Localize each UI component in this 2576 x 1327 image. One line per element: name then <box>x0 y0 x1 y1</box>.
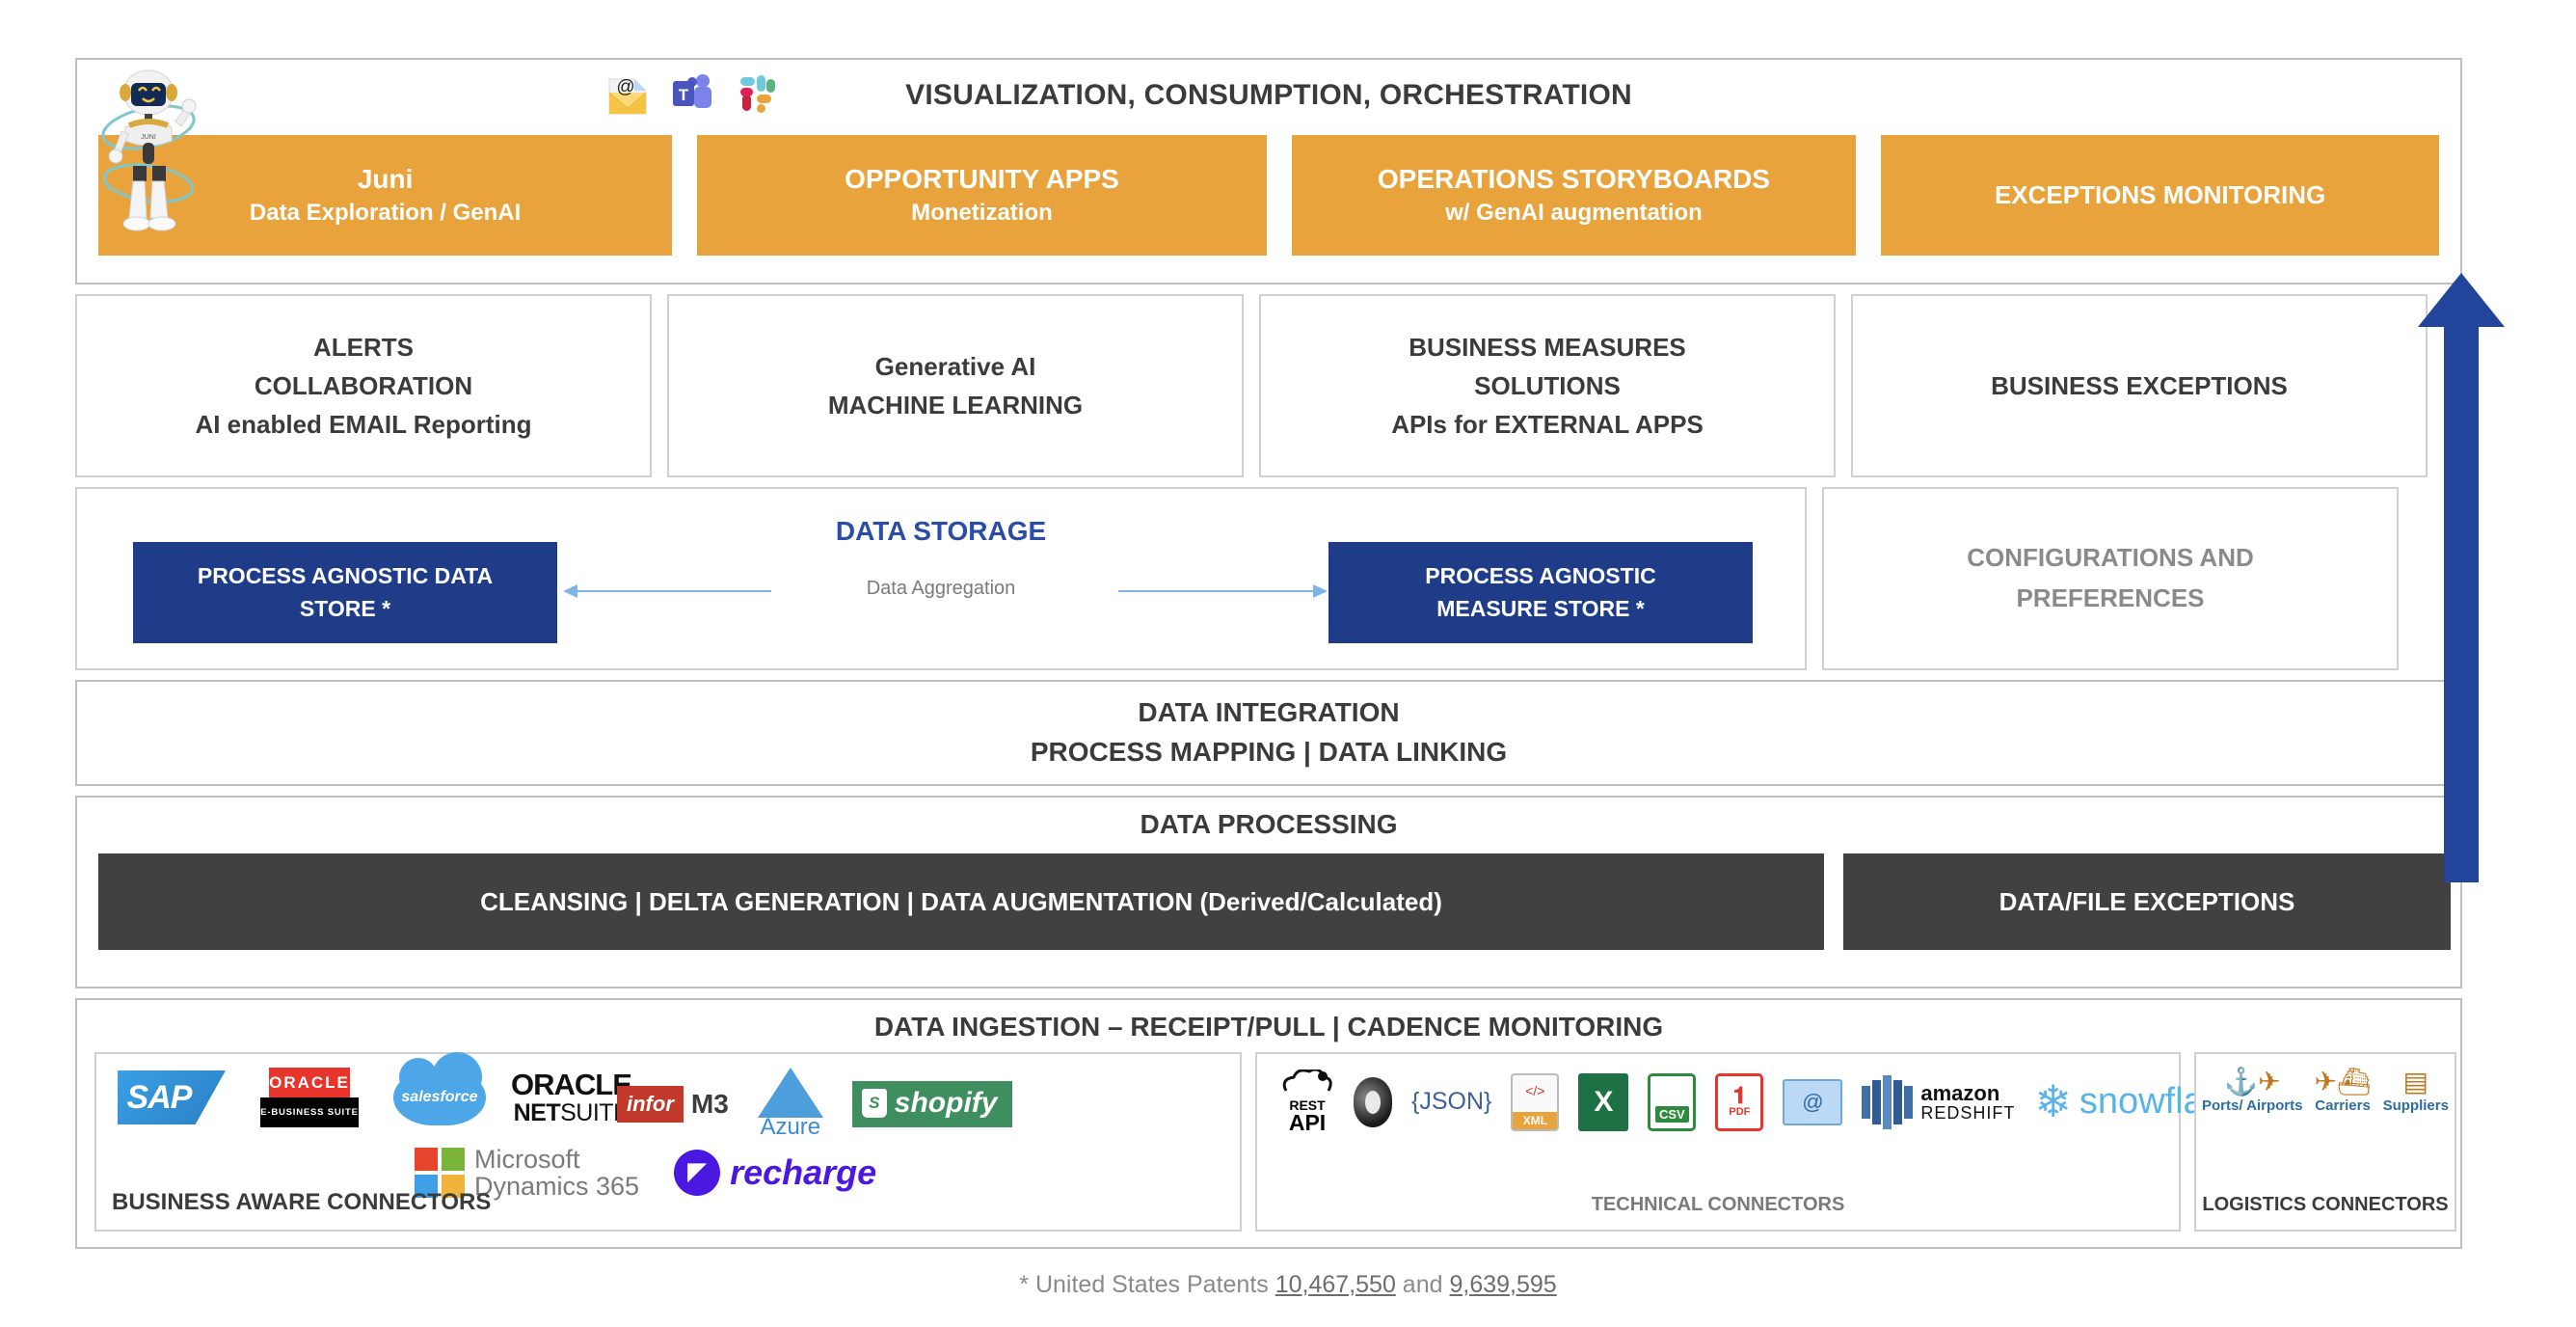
data-processing-band: DATA PROCESSING CLEANSING | DELTA GENERA… <box>75 796 2462 988</box>
svg-text:JUNI: JUNI <box>141 134 156 141</box>
data-integration-band: DATA INTEGRATION PROCESS MAPPING | DATA … <box>75 680 2462 786</box>
carriers-icon: ✈⛴ Carriers <box>2314 1067 2372 1114</box>
data-integration-subtitle: PROCESS MAPPING | DATA LINKING <box>1030 737 1508 767</box>
xml-file-icon: </> XML <box>1511 1072 1560 1131</box>
email-file-icon: @ <box>1783 1078 1843 1125</box>
store-line: PROCESS AGNOSTIC <box>1425 563 1656 589</box>
capability-line: SOLUTIONS <box>1474 370 1621 400</box>
capability-card-business-measures[interactable]: BUSINESS MEASURES SOLUTIONS APIs for EXT… <box>1259 294 1836 477</box>
logistics-connectors-card: ⚓✈ Ports/ Airports ✈⛴ Carriers ▤ Supplie… <box>2194 1052 2456 1232</box>
data-aggregation-label: Data Aggregation <box>866 578 1016 599</box>
redshift-mark-icon <box>1862 1074 1914 1129</box>
ports-airports-icon: ⚓✈ Ports/ Airports <box>2202 1067 2303 1114</box>
recharge-mark-icon <box>674 1150 721 1197</box>
recharge-logo: recharge <box>674 1150 876 1197</box>
data-integration-title: DATA INTEGRATION <box>1138 697 1400 728</box>
app-subtitle: Monetization <box>911 200 1053 227</box>
aggregation-arrow-left <box>577 590 771 592</box>
store-line: PROCESS AGNOSTIC DATA <box>197 563 494 589</box>
aggregation-arrowhead-left <box>563 584 577 598</box>
data-storage-panel: DATA STORAGE PROCESS AGNOSTIC DATA STORE… <box>75 487 1807 670</box>
app-title: EXCEPTIONS MONITORING <box>1994 179 2326 209</box>
app-subtitle: w/ GenAI augmentation <box>1445 200 1703 227</box>
microsoft-azure-logo: Azure <box>757 1068 823 1141</box>
shopify-logo: S shopify <box>851 1081 1013 1127</box>
excel-file-icon: X <box>1578 1072 1629 1131</box>
store-line: STORE * <box>299 595 391 621</box>
visualization-title: VISUALIZATION, CONSUMPTION, ORCHESTRATIO… <box>905 79 1632 111</box>
process-agnostic-measure-store[interactable]: PROCESS AGNOSTIC MEASURE STORE * <box>1328 542 1753 643</box>
app-box-exceptions-monitoring[interactable]: EXCEPTIONS MONITORING <box>1881 135 2440 256</box>
snowflake-mark-icon: ❄ <box>2034 1076 2072 1127</box>
oracle-ebusiness-suite-logo: ORACLE E-BUSINESS SUITE <box>251 1068 368 1127</box>
shopify-bag-icon: S <box>861 1089 887 1118</box>
configurations-preferences-panel[interactable]: CONFIGURATIONS AND PREFERENCES <box>1822 487 2399 670</box>
oracle-netsuite-logo: ORACLE NETSUITE <box>511 1067 632 1127</box>
aggregation-arrow-right <box>1118 590 1313 592</box>
azure-triangle-icon <box>757 1068 823 1118</box>
capability-card-alerts[interactable]: ALERTS COLLABORATION AI enabled EMAIL Re… <box>75 294 652 477</box>
patent-number-2: 9,639,595 <box>1449 1271 1557 1298</box>
channel-icons: @ T <box>605 69 781 118</box>
logistics-connectors-label: LOGISTICS CONNECTORS <box>2202 1194 2449 1215</box>
capability-line: MACHINE LEARNING <box>827 391 1084 420</box>
exceptions-flow-arrow <box>2418 273 2505 882</box>
infor-m3-logo: infor M3 <box>617 1086 729 1123</box>
microsoft-teams-icon: T <box>673 74 711 108</box>
capability-line: APIs for EXTERNAL APPS <box>1391 410 1704 440</box>
amazon-redshift-logo: amazon REDSHIFT <box>1862 1074 2015 1129</box>
capability-line: Generative AI <box>874 351 1036 381</box>
slack-icon <box>740 75 775 113</box>
capabilities-row: ALERTS COLLABORATION AI enabled EMAIL Re… <box>75 294 2462 477</box>
patent-footer: * United States Patents 10,467,550 and 9… <box>0 1271 2576 1299</box>
architecture-diagram: VISUALIZATION, CONSUMPTION, ORCHESTRATIO… <box>75 58 2462 1259</box>
technical-connectors-label: TECHNICAL CONNECTORS <box>1591 1194 1845 1215</box>
footer-prefix: * United States Patents <box>1019 1271 1275 1298</box>
data-ingestion-title: DATA INGESTION – RECEIPT/PULL | CADENCE … <box>873 1012 1664 1042</box>
capability-line: BUSINESS EXCEPTIONS <box>1991 370 2288 400</box>
config-line: PREFERENCES <box>2016 583 2205 612</box>
app-subtitle: Data Exploration / GenAI <box>249 200 522 227</box>
app-box-opportunity-apps[interactable]: OPPORTUNITY APPS Monetization <box>697 135 1267 256</box>
svg-text:@: @ <box>616 77 634 97</box>
json-icon: {JSON} <box>1411 1088 1492 1115</box>
capability-line: COLLABORATION <box>254 370 473 400</box>
mongodb-icon <box>1354 1076 1392 1127</box>
business-connectors-label: BUSINESS AWARE CONNECTORS <box>112 1189 492 1215</box>
capability-card-business-exceptions[interactable]: BUSINESS EXCEPTIONS <box>1851 294 2428 477</box>
storage-row: DATA STORAGE PROCESS AGNOSTIC DATA STORE… <box>75 487 2462 670</box>
csv-file-icon: CSV <box>1648 1072 1697 1131</box>
capability-line: ALERTS <box>313 332 414 362</box>
process-agnostic-data-store[interactable]: PROCESS AGNOSTIC DATA STORE * <box>133 542 557 643</box>
processing-main-box[interactable]: CLEANSING | DELTA GENERATION | DATA AUGM… <box>98 853 1824 950</box>
app-title: OPPORTUNITY APPS <box>845 164 1119 195</box>
rest-api-icon: REST API <box>1280 1070 1334 1134</box>
config-line: CONFIGURATIONS AND <box>1967 543 2254 573</box>
suppliers-icon: ▤ Suppliers <box>2382 1067 2449 1114</box>
business-aware-connectors-card: SAP ORACLE E-BUSINESS SUITE salesforce O… <box>94 1052 1242 1232</box>
application-boxes: Juni Data Exploration / GenAI OPPORTUNIT… <box>77 135 2460 256</box>
email-icon: @ <box>608 77 647 115</box>
data-file-exceptions-box[interactable]: DATA/FILE EXCEPTIONS <box>1843 853 2451 950</box>
footer-middle: and <box>1395 1271 1450 1298</box>
technical-connectors-card: REST API {JSON} </> XML X CSV 𝟏 PDF @ am… <box>1255 1052 2242 1232</box>
patent-number-1: 10,467,550 <box>1275 1271 1396 1298</box>
app-box-operations-storyboards[interactable]: OPERATIONS STORYBOARDS w/ GenAI augmenta… <box>1291 135 1857 256</box>
pdf-file-icon: 𝟏 PDF <box>1715 1072 1764 1131</box>
capability-line: AI enabled EMAIL Reporting <box>195 410 532 440</box>
data-ingestion-band: DATA INGESTION – RECEIPT/PULL | CADENCE … <box>75 998 2462 1249</box>
svg-text:T: T <box>679 86 689 104</box>
capability-line: BUSINESS MEASURES <box>1409 332 1686 362</box>
visualization-header: VISUALIZATION, CONSUMPTION, ORCHESTRATIO… <box>77 60 2460 135</box>
juni-robot-mascot: JUNI <box>101 69 197 231</box>
app-title: Juni <box>357 164 414 195</box>
app-title: OPERATIONS STORYBOARDS <box>1377 164 1770 195</box>
visualization-band: VISUALIZATION, CONSUMPTION, ORCHESTRATIO… <box>75 58 2462 284</box>
store-line: MEASURE STORE * <box>1436 595 1645 621</box>
aggregation-arrowhead-right <box>1313 584 1328 598</box>
sap-logo: SAP <box>118 1070 226 1124</box>
salesforce-logo: salesforce <box>393 1052 486 1125</box>
data-processing-title: DATA PROCESSING <box>1140 809 1398 839</box>
capability-card-generative-ai[interactable]: Generative AI MACHINE LEARNING <box>667 294 1244 477</box>
